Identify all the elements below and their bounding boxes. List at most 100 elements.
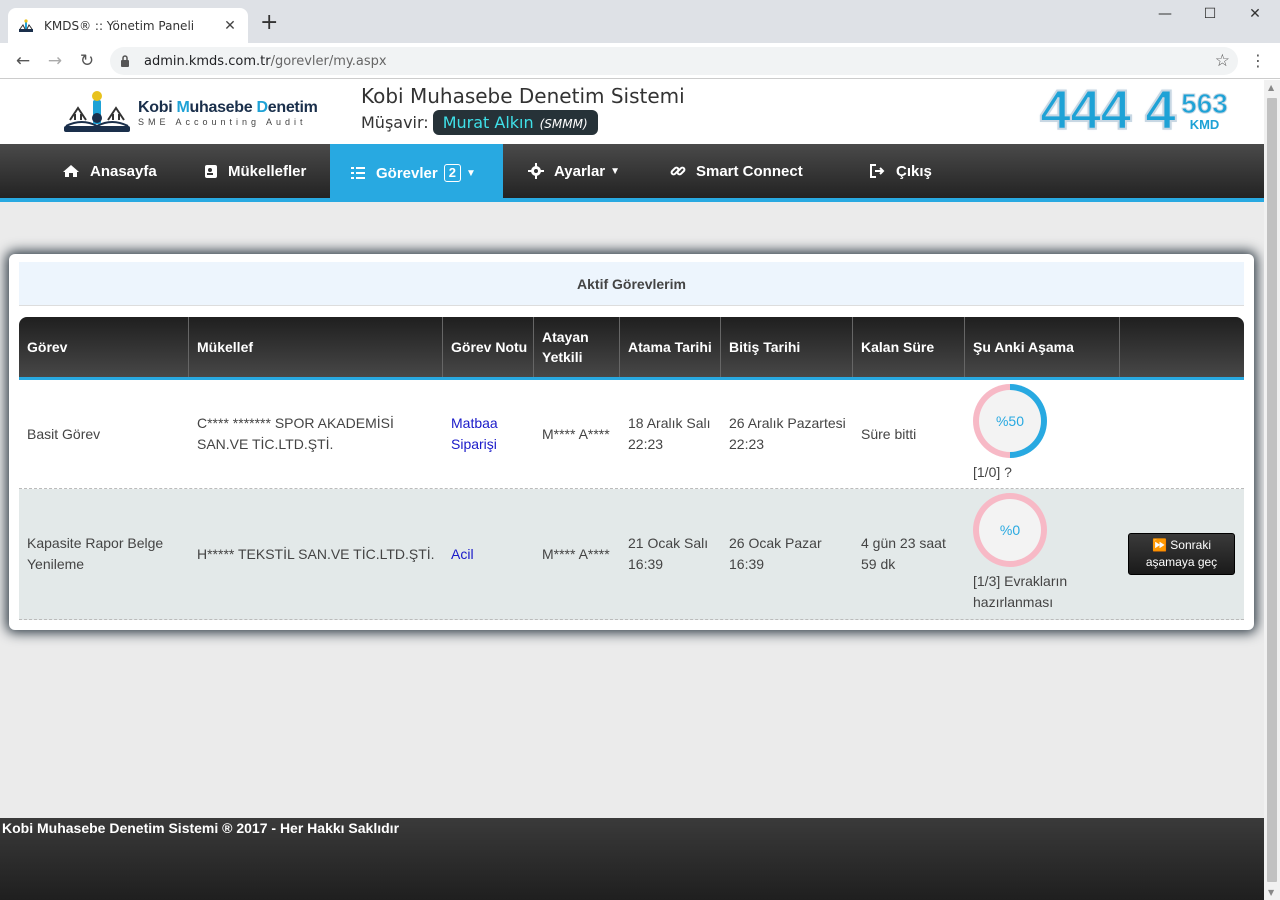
browser-tab[interactable]: KMDS® :: Yönetim Paneli ✕ (8, 8, 248, 43)
next-stage-button[interactable]: ⏩ Sonraki aşamaya geç (1128, 533, 1235, 575)
cell-action (1120, 380, 1244, 488)
progress-ring: %0 (973, 493, 1047, 567)
cell-bitis: 26 Ocak Pazar 16:39 (729, 535, 822, 572)
caret-down-icon: ▼ (465, 167, 476, 179)
browser-menu-icon[interactable]: ⋮ (1250, 51, 1266, 70)
cell-action: ⏩ Sonraki aşamaya geç (1120, 489, 1244, 619)
cell-mukellef: H***** TEKSTİL SAN.VE TİC.LTD.ŞTİ. (197, 545, 435, 562)
task-list-icon (350, 166, 366, 180)
minimize-icon[interactable]: — (1150, 6, 1180, 22)
tasks-count-badge: 2 (443, 164, 461, 182)
cell-mukellef: C**** ******* SPOR AKADEMİSİ SAN.VE TİC.… (197, 415, 394, 452)
browser-tabbar: KMDS® :: Yönetim Paneli ✕ + — ☐ ✕ (0, 0, 1280, 43)
maximize-icon[interactable]: ☐ (1195, 6, 1225, 22)
tab-title: KMDS® :: Yönetim Paneli (44, 18, 195, 33)
address-bar: ← → ↻ admin.kmds.com.tr /gorevler/my.asp… (0, 43, 1280, 79)
progress-ring: %50 (973, 384, 1047, 458)
kmds-favicon-icon (18, 18, 34, 34)
site-footer: Kobi Muhasebe Denetim Sistemi ® 2017 - H… (0, 818, 1264, 900)
nav-logout[interactable]: Çıkış (870, 144, 932, 198)
home-icon (62, 164, 80, 178)
cell-bitis: 26 Aralık Pazartesi 22:23 (729, 415, 846, 452)
col-asama: Şu Anki Aşama (965, 317, 1120, 377)
col-mukellef: Mükellef (189, 317, 443, 377)
nav-logout-label: Çıkış (896, 162, 932, 180)
musavir-label: Müşavir: (361, 113, 429, 132)
main-navbar: Anasayfa Mükellefler Görevler 2 ▼ Ayarla… (0, 144, 1264, 202)
cell-asama: %50 [1/0] ? (965, 380, 1120, 488)
cell-asama: %0 [1/3] Evrakların hazırlanması (965, 489, 1120, 619)
nav-smart-label: Smart Connect (696, 162, 803, 180)
cell-gorev-notu-link[interactable]: Matbaa Siparişi (443, 380, 534, 488)
site-title: Kobi Muhasebe Denetim Sistemi (361, 84, 685, 108)
card-title: Aktif Görevlerim (577, 275, 686, 292)
url-path: /gorevler/my.aspx (270, 53, 387, 69)
nav-settings[interactable]: Ayarlar ▼ (528, 144, 620, 198)
phone-main: 444 4 (1039, 80, 1177, 141)
address-card-icon (204, 164, 218, 179)
gear-icon (528, 163, 544, 179)
close-window-icon[interactable]: ✕ (1240, 6, 1270, 22)
col-kalan-sure: Kalan Süre (853, 317, 965, 377)
scroll-thumb[interactable] (1267, 98, 1277, 882)
cell-atama: 18 Aralık Salı 22:23 (628, 415, 711, 452)
stage-text: [1/3] Evrakların hazırlanması (973, 573, 1068, 610)
caret-down-icon: ▼ (610, 165, 621, 177)
scroll-up-icon[interactable]: ▲ (1268, 83, 1274, 92)
col-action (1120, 317, 1244, 377)
col-gorev-notu: Görev Notu (443, 317, 534, 377)
cell-gorev: Basit Görev (27, 425, 101, 442)
nav-tasks[interactable]: Görevler 2 ▼ (330, 144, 503, 202)
active-tasks-card: Aktif Görevlerim Görev Mükellef Görev No… (9, 254, 1254, 630)
progress-label: %50 (979, 390, 1041, 452)
url-field[interactable]: admin.kmds.com.tr /gorevler/my.aspx ☆ (110, 47, 1238, 75)
site-header: Kobi Muhasebe Denetim SME Accounting Aud… (0, 80, 1264, 144)
nav-home[interactable]: Anasayfa (62, 144, 157, 198)
forward-icon[interactable]: → (44, 51, 66, 71)
nav-tasks-label: Görevler (376, 164, 438, 182)
scroll-down-icon[interactable]: ▼ (1268, 888, 1274, 897)
col-atayan: Atayan Yetkili (534, 317, 620, 377)
nav-taxpayers-label: Mükellefler (228, 162, 307, 180)
logo-subtitle: SME Accounting Audit (138, 117, 307, 127)
link-icon (670, 163, 686, 179)
reload-icon[interactable]: ↻ (76, 51, 98, 71)
logo-graphic-icon (64, 91, 130, 132)
cell-gorev: Kapasite Rapor Belge Yenileme (27, 535, 164, 572)
page-scrollbar[interactable]: ▲ ▼ (1264, 80, 1280, 900)
musavir-name: Murat Alkın (442, 113, 534, 132)
col-bitis-tarihi: Bitiş Tarihi (721, 317, 853, 377)
back-icon[interactable]: ← (12, 51, 34, 71)
nav-taxpayers[interactable]: Mükellefler (204, 144, 306, 198)
nav-settings-label: Ayarlar (554, 162, 606, 180)
cell-gorev-notu-link[interactable]: Acil (443, 489, 534, 619)
musavir-info: Müşavir: Murat Alkın (SMMM) (361, 110, 598, 135)
cell-kalan: 4 gün 23 saat 59 dk (861, 535, 946, 572)
phone-kmd: KMD (1189, 116, 1220, 132)
bookmark-star-icon[interactable]: ☆ (1215, 51, 1230, 71)
table-row: Kapasite Rapor Belge Yenileme H***** TEK… (19, 489, 1244, 620)
new-tab-icon[interactable]: + (260, 12, 278, 34)
cell-atayan: M**** A**** (542, 545, 610, 562)
musavir-title: (SMMM) (539, 117, 588, 131)
progress-label: %0 (979, 499, 1041, 561)
musavir-badge: Murat Alkın (SMMM) (432, 110, 598, 135)
cell-atayan: M**** A**** (542, 425, 610, 442)
sign-out-icon (870, 164, 886, 178)
logo-main-text: Kobi Muhasebe Denetim (138, 99, 318, 116)
table-header: Görev Mükellef Görev Notu Atayan Yetkili… (19, 317, 1244, 380)
lock-icon (120, 54, 134, 68)
phone-suffix: 563 (1181, 87, 1229, 119)
cell-kalan: Süre bitti (861, 425, 917, 442)
cell-atama: 21 Ocak Salı 16:39 (628, 535, 709, 572)
tab-close-icon[interactable]: ✕ (222, 18, 238, 34)
stage-text: [1/0] ? (973, 464, 1012, 480)
url-host: admin.kmds.com.tr (144, 53, 271, 69)
page-viewport: Kobi Muhasebe Denetim SME Accounting Aud… (0, 80, 1264, 900)
card-header: Aktif Görevlerim (19, 262, 1244, 306)
phone-number-logo: 444 4 563 KMD (1039, 80, 1229, 141)
table-row: Basit Görev C**** ******* SPOR AKADEMİSİ… (19, 380, 1244, 489)
kmds-logo[interactable]: Kobi Muhasebe Denetim SME Accounting Aud… (62, 90, 318, 136)
tasks-table: Görev Mükellef Görev Notu Atayan Yetkili… (19, 317, 1244, 620)
nav-smart-connect[interactable]: Smart Connect (670, 144, 803, 198)
